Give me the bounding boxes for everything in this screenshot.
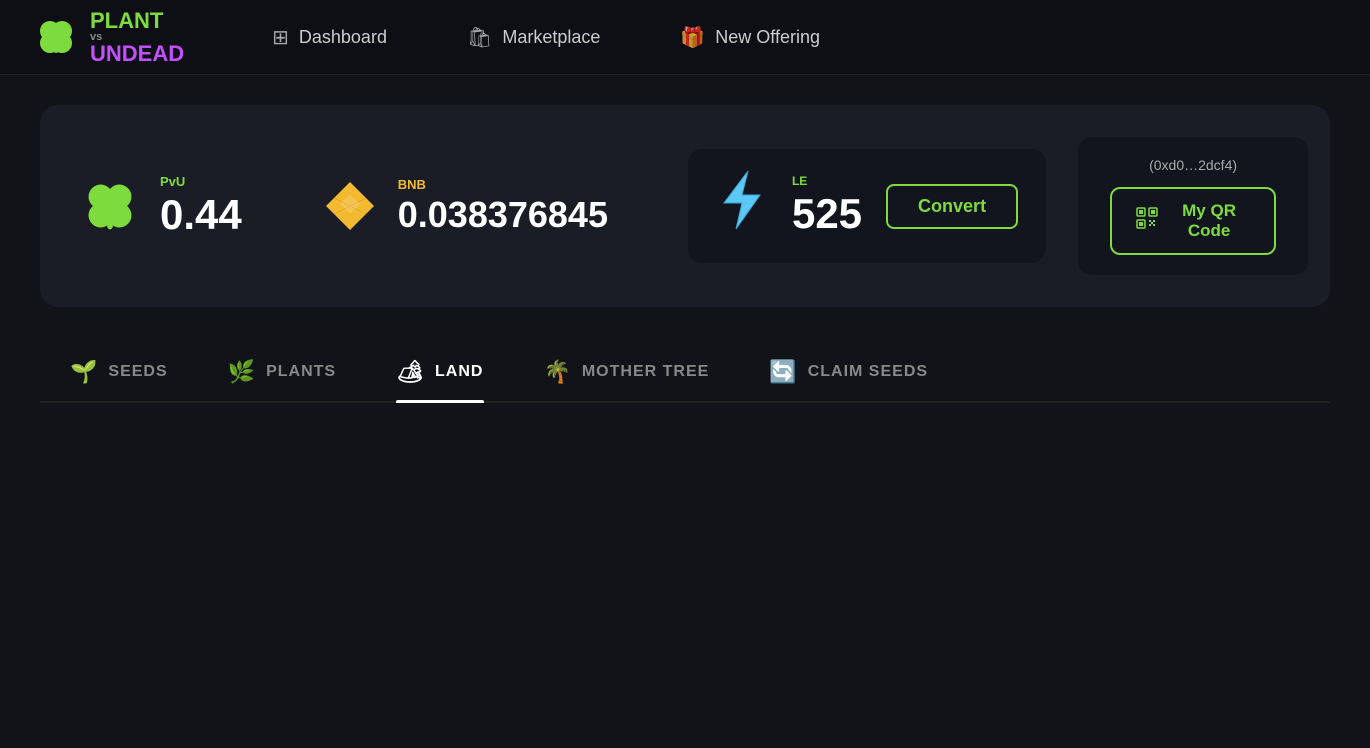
dashboard-icon: ⊞: [272, 25, 289, 50]
nav-marketplace-label: Marketplace: [502, 27, 600, 48]
le-section: LE 525 Convert: [688, 149, 1046, 263]
pvu-balance-info: PvU 0.44: [160, 174, 242, 239]
logo-plant-text: PLANT: [90, 8, 163, 33]
pvu-balance-section: PvU 0.44: [80, 174, 242, 239]
mother-tree-icon: 🌴: [543, 359, 571, 385]
navbar: PLANT vs UNDEAD ⊞ Dashboard 🛍 Marketplac…: [0, 0, 1370, 75]
logo-icon: [32, 13, 80, 61]
claim-seeds-icon: 🔄: [769, 359, 797, 385]
tab-claim-seeds[interactable]: 🔄 CLAIM SEEDS: [739, 347, 958, 401]
tab-seeds[interactable]: 🌱 SEEDS: [40, 347, 198, 401]
nav-new-offering[interactable]: 🎁 New Offering: [640, 0, 860, 75]
tab-mother-tree-label: MOTHER TREE: [582, 363, 709, 381]
qr-icon: [1136, 207, 1158, 235]
bnb-balance-section: BNB 0.038376845: [322, 177, 608, 236]
logo-undead-text: UNDEAD: [90, 43, 184, 65]
tabs-section: 🌱 SEEDS 🌿 PLANTS 🏕 LAND 🌴 MOTHER TREE 🔄 …: [40, 347, 1330, 403]
qr-section: (0xd0…2dcf4): [1078, 137, 1308, 275]
nav-new-offering-label: New Offering: [715, 27, 820, 48]
bnb-label: BNB: [398, 177, 608, 192]
lightning-icon: [716, 169, 768, 243]
nav-dashboard[interactable]: ⊞ Dashboard: [232, 0, 427, 75]
land-icon: 🏕: [396, 359, 425, 385]
tab-mother-tree[interactable]: 🌴 MOTHER TREE: [513, 347, 739, 401]
tab-land[interactable]: 🏕 LAND: [366, 347, 513, 401]
nav-dashboard-label: Dashboard: [299, 27, 387, 48]
le-label: LE: [792, 174, 862, 188]
tab-plants[interactable]: 🌿 PLANTS: [198, 347, 366, 401]
tab-land-label: LAND: [435, 363, 483, 381]
logo[interactable]: PLANT vs UNDEAD: [32, 10, 184, 65]
pvu-label: PvU: [160, 174, 242, 189]
tab-seeds-label: SEEDS: [108, 363, 167, 381]
new-offering-icon: 🎁: [680, 25, 705, 50]
seeds-icon: 🌱: [70, 359, 98, 385]
qr-button-label: My QR Code: [1168, 201, 1250, 241]
main-content: PvU 0.44 BNB 0.038376845: [0, 75, 1370, 433]
wallet-address: (0xd0…2dcf4): [1149, 157, 1237, 173]
le-value: 525: [792, 190, 862, 238]
bnb-balance-info: BNB 0.038376845: [398, 177, 608, 236]
nav-marketplace[interactable]: 🛍 Marketplace: [427, 0, 640, 75]
qr-code-button[interactable]: My QR Code: [1110, 187, 1276, 255]
le-balance-info: LE 525: [792, 174, 862, 238]
tab-plants-label: PLANTS: [266, 363, 336, 381]
convert-button[interactable]: Convert: [886, 184, 1018, 229]
bnb-icon: [322, 178, 378, 234]
bnb-value: 0.038376845: [398, 194, 608, 236]
pvu-icon: [80, 176, 140, 236]
pvu-value: 0.44: [160, 191, 242, 239]
nav-items: ⊞ Dashboard 🛍 Marketplace 🎁 New Offering: [232, 0, 860, 75]
wallet-card: PvU 0.44 BNB 0.038376845: [40, 105, 1330, 307]
marketplace-icon: 🛍: [467, 25, 492, 50]
tab-claim-seeds-label: CLAIM SEEDS: [808, 363, 928, 381]
plants-icon: 🌿: [228, 359, 256, 385]
